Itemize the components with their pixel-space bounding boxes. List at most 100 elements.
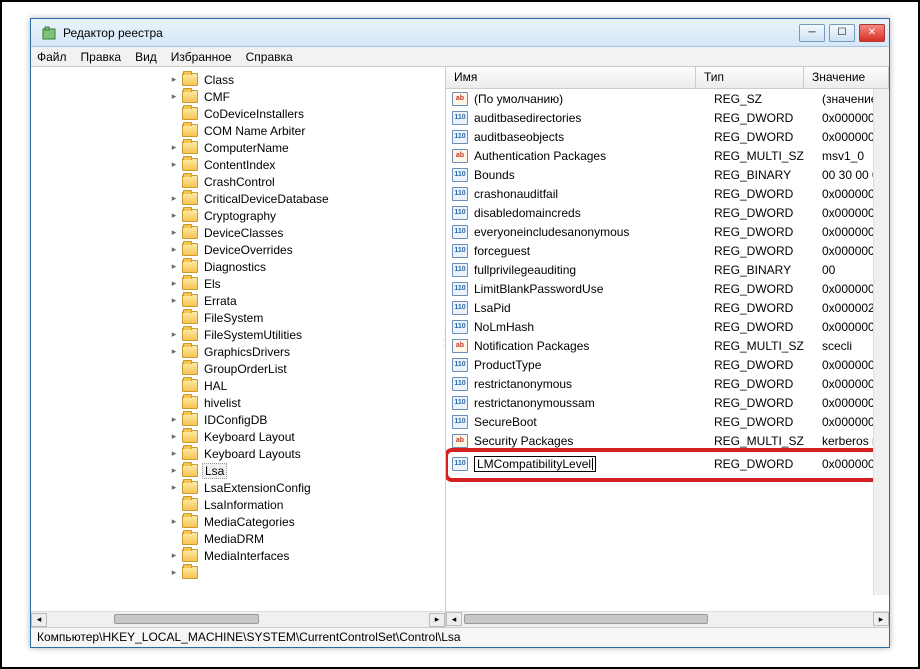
list-row[interactable]: abAuthentication PackagesREG_MULTI_SZmsv… <box>446 146 889 165</box>
column-header-type[interactable]: Тип <box>696 67 804 88</box>
tree-node[interactable]: ▸Els <box>33 275 443 292</box>
tree-node[interactable]: ▸Keyboard Layouts <box>33 445 443 462</box>
expander-icon[interactable]: ▸ <box>168 91 180 103</box>
list-row[interactable]: 110forceguestREG_DWORD0x0000000 <box>446 241 889 260</box>
expander-icon[interactable]: ▸ <box>168 448 180 460</box>
tree-node[interactable]: ▸Keyboard Layout <box>33 428 443 445</box>
tree-node[interactable]: ▸FileSystemUtilities <box>33 326 443 343</box>
tree-node[interactable]: ▸ComputerName <box>33 139 443 156</box>
list-body[interactable]: ab(По умолчанию)REG_SZ(значение110auditb… <box>446 89 889 611</box>
expander-icon[interactable]: ▸ <box>168 431 180 443</box>
list-row[interactable]: 110crashonauditfailREG_DWORD0x0000000 <box>446 184 889 203</box>
list-row[interactable]: abNotification PackagesREG_MULTI_SZscecl… <box>446 336 889 355</box>
scroll-right-arrow[interactable]: ▸ <box>429 613 445 627</box>
expander-icon[interactable]: ▸ <box>168 193 180 205</box>
menu-edit[interactable]: Правка <box>81 50 122 64</box>
tree-node[interactable]: ▸LsaExtensionConfig <box>33 479 443 496</box>
expander-icon[interactable]: ▸ <box>168 142 180 154</box>
list-header[interactable]: Имя Тип Значение <box>446 67 889 89</box>
menu-view[interactable]: Вид <box>135 50 157 64</box>
tree-node[interactable]: GroupOrderList <box>33 360 443 377</box>
expander-icon[interactable]: ▸ <box>168 550 180 562</box>
scroll-left-arrow[interactable]: ◂ <box>31 613 47 627</box>
tree-node[interactable]: ▸CriticalDeviceDatabase <box>33 190 443 207</box>
list-row[interactable]: 110everyoneincludesanonymousREG_DWORD0x0… <box>446 222 889 241</box>
tree-node[interactable]: ▸DeviceOverrides <box>33 241 443 258</box>
expander-icon[interactable]: ▸ <box>168 227 180 239</box>
expander-icon[interactable]: ▸ <box>168 482 180 494</box>
expander-icon[interactable]: ▸ <box>168 278 180 290</box>
tree-node[interactable]: FileSystem <box>33 309 443 326</box>
tree-node[interactable]: HAL <box>33 377 443 394</box>
list-row[interactable]: 110ProductTypeREG_DWORD0x0000000 <box>446 355 889 374</box>
menu-file[interactable]: Файл <box>37 50 67 64</box>
tree-node[interactable]: ▸CMF <box>33 88 443 105</box>
scroll-right-arrow[interactable]: ▸ <box>873 612 889 626</box>
column-header-data[interactable]: Значение <box>804 67 889 88</box>
expander-icon[interactable] <box>168 125 180 137</box>
menu-help[interactable]: Справка <box>246 50 293 64</box>
expander-icon[interactable]: ▸ <box>168 465 180 477</box>
value-name-edit[interactable]: LMCompatibilityLevel <box>474 456 714 472</box>
expander-icon[interactable]: ▸ <box>168 346 180 358</box>
list-row[interactable]: ab(По умолчанию)REG_SZ(значение <box>446 89 889 108</box>
titlebar[interactable]: Редактор реестра ─ ☐ ✕ <box>31 19 889 47</box>
tree-pane[interactable]: ▸Class▸CMFCoDeviceInstallersCOM Name Arb… <box>31 67 446 627</box>
tree-node[interactable]: CrashControl <box>33 173 443 190</box>
scroll-thumb[interactable] <box>114 614 259 624</box>
expander-icon[interactable]: ▸ <box>168 414 180 426</box>
expander-icon[interactable] <box>168 312 180 324</box>
close-button[interactable]: ✕ <box>859 24 885 42</box>
column-header-name[interactable]: Имя <box>446 67 696 88</box>
tree-node[interactable]: CoDeviceInstallers <box>33 105 443 122</box>
expander-icon[interactable]: ▸ <box>168 567 180 579</box>
list-row[interactable]: 110restrictanonymoussamREG_DWORD0x000000… <box>446 393 889 412</box>
tree-node[interactable]: ▸ContentIndex <box>33 156 443 173</box>
expander-icon[interactable]: ▸ <box>168 159 180 171</box>
expander-icon[interactable]: ▸ <box>168 210 180 222</box>
list-row[interactable]: 110LimitBlankPasswordUseREG_DWORD0x00000… <box>446 279 889 298</box>
scroll-thumb[interactable] <box>464 614 708 624</box>
menu-favorites[interactable]: Избранное <box>171 50 232 64</box>
expander-icon[interactable]: ▸ <box>168 295 180 307</box>
tree-node[interactable]: ▸Errata <box>33 292 443 309</box>
list-row-editing[interactable]: 110 LMCompatibilityLevel REG_DWORD 0x000… <box>446 454 889 473</box>
tree-node[interactable]: ▸Lsa <box>33 462 443 479</box>
tree-node[interactable]: COM Name Arbiter <box>33 122 443 139</box>
expander-icon[interactable]: ▸ <box>168 244 180 256</box>
tree-node[interactable]: ▸Diagnostics <box>33 258 443 275</box>
list-row[interactable]: 110restrictanonymousREG_DWORD0x0000000 <box>446 374 889 393</box>
list-row[interactable]: 110disabledomaincredsREG_DWORD0x0000000 <box>446 203 889 222</box>
maximize-button[interactable]: ☐ <box>829 24 855 42</box>
tree-node[interactable]: ▸GraphicsDrivers <box>33 343 443 360</box>
tree-horizontal-scrollbar[interactable]: ◂ ▸ <box>31 611 445 627</box>
expander-icon[interactable]: ▸ <box>168 261 180 273</box>
tree-node[interactable]: MediaDRM <box>33 530 443 547</box>
expander-icon[interactable] <box>168 499 180 511</box>
list-vertical-scrollbar[interactable] <box>873 89 889 595</box>
list-row[interactable]: 110SecureBootREG_DWORD0x0000000 <box>446 412 889 431</box>
expander-icon[interactable] <box>168 108 180 120</box>
expander-icon[interactable]: ▸ <box>168 329 180 341</box>
tree-node[interactable]: hivelist <box>33 394 443 411</box>
list-row[interactable]: 110BoundsREG_BINARY00 30 00 00 <box>446 165 889 184</box>
tree-node[interactable]: ▸DeviceClasses <box>33 224 443 241</box>
tree-node[interactable]: ▸ <box>33 564 443 581</box>
tree-node[interactable]: ▸IDConfigDB <box>33 411 443 428</box>
minimize-button[interactable]: ─ <box>799 24 825 42</box>
list-row[interactable]: 110auditbaseobjectsREG_DWORD0x0000000 <box>446 127 889 146</box>
expander-icon[interactable] <box>168 397 180 409</box>
tree-node[interactable]: LsaInformation <box>33 496 443 513</box>
list-row[interactable]: abSecurity PackagesREG_MULTI_SZkerberos … <box>446 431 889 450</box>
list-horizontal-scrollbar[interactable]: ◂ ▸ <box>446 611 889 627</box>
list-row[interactable]: 110NoLmHashREG_DWORD0x0000000 <box>446 317 889 336</box>
expander-icon[interactable]: ▸ <box>168 74 180 86</box>
tree-node[interactable]: ▸MediaCategories <box>33 513 443 530</box>
list-row[interactable]: 110LsaPidREG_DWORD0x0000021 <box>446 298 889 317</box>
expander-icon[interactable] <box>168 176 180 188</box>
list-row[interactable]: 110auditbasedirectoriesREG_DWORD0x000000… <box>446 108 889 127</box>
expander-icon[interactable] <box>168 533 180 545</box>
list-row[interactable]: 110fullprivilegeauditingREG_BINARY00 <box>446 260 889 279</box>
tree-node[interactable]: ▸Cryptography <box>33 207 443 224</box>
expander-icon[interactable] <box>168 380 180 392</box>
